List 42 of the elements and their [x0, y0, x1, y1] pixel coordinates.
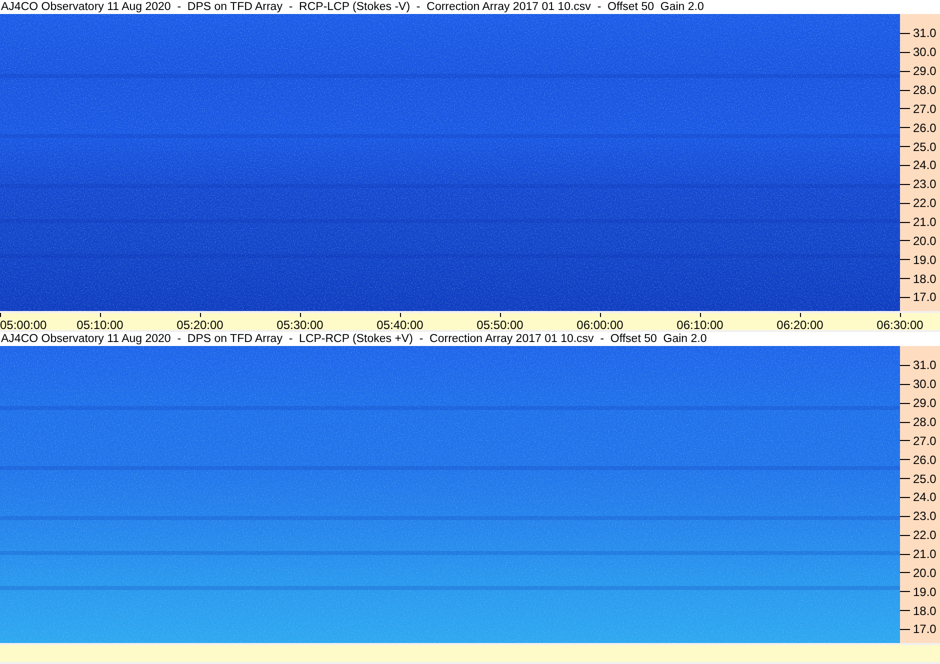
axis-label: 31.0: [913, 26, 936, 40]
axis-label: 06:30:00: [876, 318, 924, 330]
axis-label: 29.0: [913, 396, 936, 410]
axis-label: 05:30:00: [276, 318, 324, 330]
axis-label: 30.0: [913, 377, 936, 392]
axis-label: 28.0: [913, 415, 936, 429]
chart-title: AJ4CO Observatory 11 Aug 2020 - DPS on TFD Array - RCP-LCP (Stokes -V) - Correction Array 2017 01 10.csv - Offset 50 Gain 2.0: [0, 0, 940, 14]
axis-label: 27.0: [913, 102, 936, 116]
axis-label: 25.0: [913, 472, 936, 486]
axis-label: 30.0: [913, 45, 936, 60]
axis-label: 27.0: [913, 434, 936, 448]
axis-label: 26.0: [913, 120, 936, 135]
axis-label: 18.0: [913, 604, 936, 618]
axis-label: 18.0: [913, 272, 936, 286]
axis-label: 06:20:00: [776, 318, 824, 330]
axis-label: 05:20:00: [176, 318, 224, 330]
chart-title: AJ4CO Observatory 11 Aug 2020 - DPS on TFD Array - LCP-RCP (Stokes +V) - Correction Array 2017 01 10.csv - Offset 50 Gain 2.0: [0, 332, 940, 346]
axis-label: 26.0: [913, 452, 936, 467]
axis-label: 22.0: [913, 528, 936, 542]
axis-label: 24.0: [913, 490, 936, 504]
axis-label: 20.0: [913, 566, 936, 580]
axis-label: 19.0: [913, 252, 936, 267]
axis-label: 31.0: [913, 358, 936, 372]
axis-label: 22.0: [913, 196, 936, 210]
axis-label: 29.0: [913, 64, 936, 78]
axis-label: 20.0: [913, 234, 936, 248]
axis-label: 17.0: [913, 622, 936, 636]
axis-label: 05:50:00: [476, 318, 524, 330]
axis-label: 23.0: [913, 509, 936, 524]
axis-label: 28.0: [913, 83, 936, 97]
axis-label: 23.0: [913, 177, 936, 192]
axis-label: 17.0: [913, 290, 936, 304]
axis-label: 05:00:00: [0, 318, 47, 330]
axis-label: 05:10:00: [76, 318, 124, 330]
axis-label: 06:10:00: [676, 318, 724, 330]
axis-label: 19.0: [913, 584, 936, 599]
axis-label: 21.0: [913, 547, 936, 562]
axis-label: 21.0: [913, 215, 936, 230]
axis-label: 06:00:00: [576, 318, 624, 330]
axis-label: 24.0: [913, 158, 936, 172]
axis-label: 25.0: [913, 140, 936, 154]
axis-label: 05:40:00: [376, 318, 424, 330]
